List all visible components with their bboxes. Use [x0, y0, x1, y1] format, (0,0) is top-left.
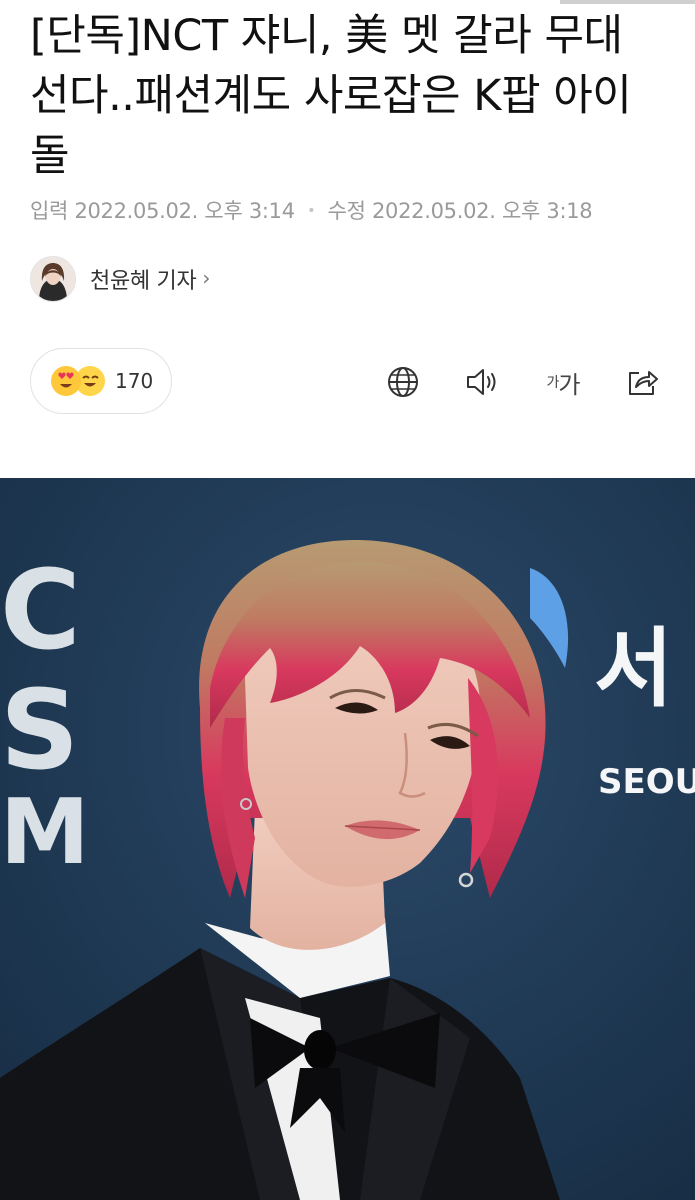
speaker-icon [467, 369, 496, 395]
reaction-count: 170 [115, 369, 154, 393]
backdrop-logo-text: SEOUL [598, 762, 695, 802]
share-icon [629, 371, 658, 395]
modified-time: 2022.05.02. 오후 3:18 [372, 199, 593, 223]
modified-label: 수정 [327, 199, 366, 223]
font-size-large-label: 가 [558, 370, 580, 399]
svg-text:M: M [0, 780, 90, 885]
font-size-small-label: 가 [546, 375, 560, 391]
globe-icon [388, 367, 418, 397]
scroll-indicator [560, 0, 695, 4]
love-eyes-emoji-icon [51, 366, 81, 396]
backdrop-korean-text: 서 [594, 619, 673, 719]
svg-text:C: C [0, 546, 81, 674]
reporter-avatar [30, 256, 76, 302]
reporter-link[interactable]: 천윤혜 기자 › [30, 256, 210, 302]
article-toolbar: 가가 [345, 360, 665, 404]
input-label: 입력 [30, 199, 69, 223]
article-photo: C S M 서 SEOUL [0, 478, 695, 1200]
reporter-name[interactable]: 천윤혜 기자 [90, 263, 197, 295]
article-timestamps: 입력 2022.05.02. 오후 3:14 • 수정 2022.05.02. … [30, 196, 593, 226]
article-headline: [단독]NCT 쟈니, 美 멧 갈라 무대 선다..패션계도 사로잡은 K팝 아… [30, 11, 632, 181]
tts-button[interactable] [461, 360, 505, 404]
reaction-button[interactable]: 170 [30, 348, 172, 414]
input-time: 2022.05.02. 오후 3:14 [74, 199, 295, 223]
translate-button[interactable] [381, 360, 425, 404]
font-size-button[interactable]: 가가 [541, 360, 585, 404]
svg-text:S: S [0, 666, 79, 794]
share-button[interactable] [621, 360, 665, 404]
meta-separator: • [307, 203, 316, 219]
chevron-right-icon: › [202, 266, 211, 290]
